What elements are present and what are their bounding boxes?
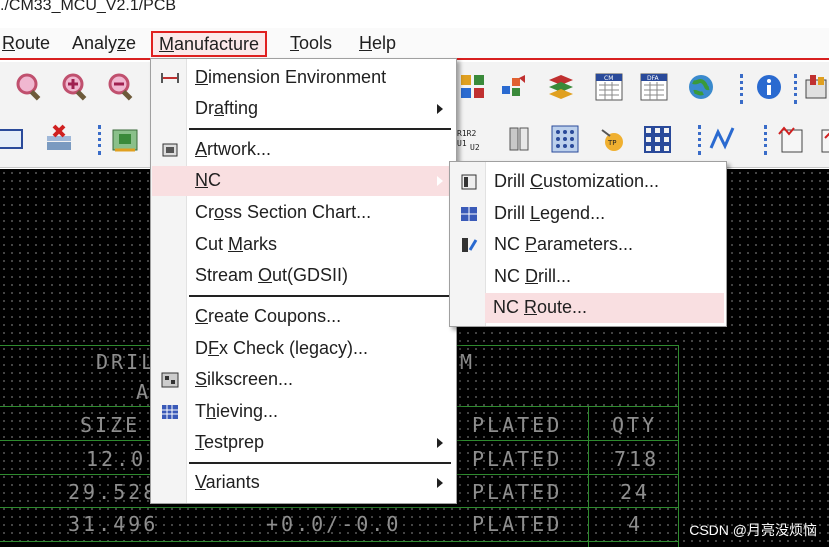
- zoom-fit-icon[interactable]: [12, 70, 46, 104]
- svg-text:TP: TP: [607, 139, 617, 147]
- menu-separator: [189, 462, 451, 464]
- refdes-icon[interactable]: R1R2 U1 U2: [456, 122, 490, 156]
- menu-item-nc[interactable]: NC: [152, 166, 455, 196]
- menubar: Route Analyze Manufacture Tools Help: [0, 28, 829, 60]
- dimension-icon: [160, 69, 180, 87]
- menu-item-drill-customization[interactable]: Drill Customization...: [451, 167, 725, 197]
- table-line: [678, 345, 679, 547]
- check-icon[interactable]: [775, 122, 809, 156]
- table-line: [0, 541, 679, 542]
- menu-item-dimension-environment[interactable]: Dimension Environment: [152, 63, 455, 93]
- table-text: PLATED: [472, 512, 563, 536]
- table-text: 12.0: [86, 447, 147, 471]
- window-title: ./CM33_MCU_V2.1/PCB: [0, 0, 177, 14]
- menu-item-drafting[interactable]: Drafting: [152, 94, 455, 124]
- table-line: [588, 406, 589, 547]
- menu-item-cross-section-chart[interactable]: Cross Section Chart...: [152, 198, 455, 228]
- waveform-icon[interactable]: [706, 122, 740, 156]
- menu-item-drill-legend[interactable]: Drill Legend...: [451, 199, 725, 229]
- menu-item-dfx-check[interactable]: DFx Check (legacy)...: [152, 334, 455, 364]
- nc-parameters-icon: [459, 236, 479, 254]
- submenu-arrow-icon: [437, 104, 443, 114]
- menu-item-testprep[interactable]: Testprep: [152, 428, 455, 458]
- edit-icon[interactable]: [817, 122, 829, 156]
- toolbar-separator: [764, 125, 767, 155]
- matrix-icon[interactable]: [548, 122, 582, 156]
- menu-item-nc-route[interactable]: NC Route...: [485, 293, 724, 323]
- table-text: 4: [628, 512, 644, 536]
- dfa-icon[interactable]: DFA: [637, 70, 671, 104]
- toolbar-separator: [698, 125, 701, 155]
- info-icon[interactable]: [752, 70, 786, 104]
- gradient-icon[interactable]: [497, 70, 531, 104]
- delete-icon[interactable]: [42, 122, 76, 156]
- manufacture-dropdown: Dimension Environment Drafting Artwork..…: [150, 58, 457, 504]
- table-text: DRIL: [96, 350, 157, 374]
- svg-text:R1R2: R1R2: [457, 129, 476, 138]
- globe-icon[interactable]: [684, 70, 718, 104]
- table-text: 24: [620, 480, 651, 504]
- menu-analyze[interactable]: Analyze: [66, 31, 142, 57]
- submenu-arrow-icon: [437, 176, 443, 186]
- menu-item-variants[interactable]: Variants: [152, 468, 455, 498]
- menu-separator: [189, 295, 451, 297]
- menu-route[interactable]: Route: [0, 31, 56, 57]
- toolbar-separator: [740, 74, 743, 104]
- table-text: +0.0/-0.0: [266, 512, 402, 536]
- svg-text:U2: U2: [470, 143, 480, 152]
- table-text: PLATED: [472, 413, 563, 437]
- table-text: 29.528: [68, 480, 159, 504]
- window-icon[interactable]: [0, 122, 28, 156]
- grid-icon[interactable]: [456, 70, 490, 104]
- table-text: 31.496: [68, 512, 159, 536]
- table-text: PLATED: [472, 447, 563, 471]
- menu-item-nc-drill[interactable]: NC Drill...: [451, 262, 725, 292]
- menu-separator: [189, 128, 451, 130]
- zoom-in-icon[interactable]: [58, 70, 92, 104]
- drill-legend-icon: [459, 205, 479, 223]
- menu-manufacture[interactable]: Manufacture: [151, 31, 268, 57]
- table-text: PLATED: [472, 480, 563, 504]
- svg-text:DFA: DFA: [647, 75, 660, 82]
- menu-tools[interactable]: Tools: [284, 31, 338, 57]
- cm-icon[interactable]: CM: [592, 70, 626, 104]
- pin-icon[interactable]: [502, 122, 536, 156]
- table-text: M: [460, 350, 476, 374]
- menu-item-cut-marks[interactable]: Cut Marks: [152, 230, 455, 260]
- menu-item-stream-out[interactable]: Stream Out(GDSII): [152, 261, 455, 291]
- svg-text:U1: U1: [457, 139, 467, 148]
- testpoint-icon[interactable]: TP: [596, 122, 630, 156]
- title-bar: ./CM33_MCU_V2.1/PCB: [0, 0, 829, 28]
- watermark: CSDN @月亮没烦恼: [689, 522, 817, 538]
- menu-item-silkscreen[interactable]: Silkscreen...: [152, 365, 455, 395]
- table-line: [0, 507, 679, 508]
- thieving-icon: [160, 403, 180, 421]
- menu-item-thieving[interactable]: Thieving...: [152, 397, 455, 427]
- silkscreen-icon: [160, 371, 180, 389]
- svg-text:CM: CM: [604, 75, 613, 82]
- table-text: 718: [614, 447, 660, 471]
- array-icon[interactable]: [640, 122, 674, 156]
- artwork-icon: [160, 141, 180, 159]
- layers-icon[interactable]: [544, 70, 578, 104]
- menu-item-create-coupons[interactable]: Create Coupons...: [152, 302, 455, 332]
- table-text: SIZE: [80, 413, 141, 437]
- submenu-arrow-icon: [437, 438, 443, 448]
- chip-icon[interactable]: [108, 122, 142, 156]
- board-icon[interactable]: [800, 70, 829, 104]
- nc-submenu: Drill Customization... Drill Legend... N…: [449, 161, 727, 327]
- toolbar-separator: [794, 74, 797, 104]
- table-text: A: [136, 380, 152, 404]
- table-text: QTY: [612, 413, 658, 437]
- menu-help[interactable]: Help: [353, 31, 402, 57]
- zoom-out-icon[interactable]: [104, 70, 138, 104]
- menu-item-nc-parameters[interactable]: NC Parameters...: [451, 230, 725, 260]
- submenu-arrow-icon: [437, 478, 443, 488]
- menu-item-artwork[interactable]: Artwork...: [152, 135, 455, 165]
- drill-customization-icon: [459, 173, 479, 191]
- toolbar-separator: [98, 125, 101, 155]
